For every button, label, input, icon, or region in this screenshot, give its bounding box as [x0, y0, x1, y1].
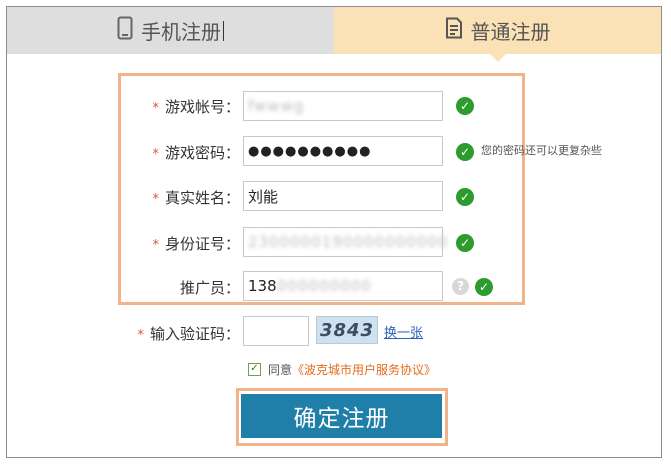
promoter-value: 138	[248, 277, 277, 295]
promoter-valid-icon: ✓	[475, 278, 493, 296]
help-icon[interactable]: ?	[452, 278, 469, 295]
tab-normal-label: 普通注册	[470, 20, 551, 44]
agreement-link[interactable]: 《波克城市用户服务协议》	[292, 361, 436, 378]
active-tab-pointer	[489, 54, 506, 62]
idcard-value: 2300000190000000000	[248, 233, 449, 251]
agreement-row: ✓ 同意 《波克城市用户服务协议》	[248, 361, 436, 378]
document-icon	[445, 17, 463, 44]
required-mark: *	[152, 101, 159, 116]
promoter-label-wrap: 推广员：	[0, 277, 240, 298]
realname-label: 真实姓名：	[164, 189, 240, 207]
agreement-prefix: 同意	[268, 363, 293, 377]
realname-valid-icon: ✓	[456, 188, 474, 206]
agreement-checkbox[interactable]: ✓	[248, 363, 261, 376]
tab-bar: 手机注册 普通注册	[7, 7, 661, 62]
captcha-label: 输入验证码：	[149, 325, 240, 343]
account-input[interactable]: fwwwg	[243, 91, 443, 121]
tab-mobile-register[interactable]: 手机注册	[7, 7, 334, 54]
realname-value: 刘能	[248, 187, 279, 206]
account-label: 游戏帐号：	[164, 98, 240, 116]
password-valid-icon: ✓	[456, 143, 474, 161]
password-label: 游戏密码：	[164, 144, 240, 162]
account-valid-icon: ✓	[456, 97, 474, 115]
idcard-input[interactable]: 2300000190000000000	[243, 227, 447, 257]
realname-label-wrap: * 真实姓名：	[0, 187, 240, 208]
required-mark: *	[152, 192, 159, 207]
submit-button[interactable]: 确定注册	[241, 394, 442, 438]
text-cursor	[223, 20, 224, 41]
account-value: fwwwg	[248, 97, 305, 115]
idcard-label: 身份证号：	[164, 235, 240, 253]
tab-normal-register[interactable]: 普通注册	[334, 7, 661, 62]
promoter-label: 推广员：	[179, 279, 240, 297]
password-strength-hint: 您的密码还可以更复杂些	[481, 144, 602, 157]
captcha-label-wrap: * 输入验证码：	[0, 323, 240, 344]
captcha-refresh-link[interactable]: 换一张	[384, 322, 423, 341]
password-value: ●●●●●●●●●●	[248, 143, 372, 159]
captcha-image[interactable]: 3843	[316, 316, 378, 344]
password-label-wrap: * 游戏密码：	[0, 142, 240, 163]
promoter-input[interactable]: 138 000000000	[243, 271, 443, 301]
required-mark: *	[137, 328, 144, 343]
phone-icon	[117, 16, 133, 45]
required-mark: *	[152, 238, 159, 253]
idcard-label-wrap: * 身份证号：	[0, 233, 240, 254]
captcha-input[interactable]	[243, 316, 309, 346]
tab-mobile-label: 手机注册	[141, 20, 221, 44]
required-mark: *	[152, 147, 159, 162]
password-input[interactable]: ●●●●●●●●●●	[243, 136, 443, 166]
realname-input[interactable]: 刘能	[243, 181, 443, 211]
account-label-wrap: * 游戏帐号：	[0, 96, 240, 117]
idcard-valid-icon: ✓	[456, 234, 474, 252]
promoter-value-blurred: 000000000	[276, 277, 372, 295]
